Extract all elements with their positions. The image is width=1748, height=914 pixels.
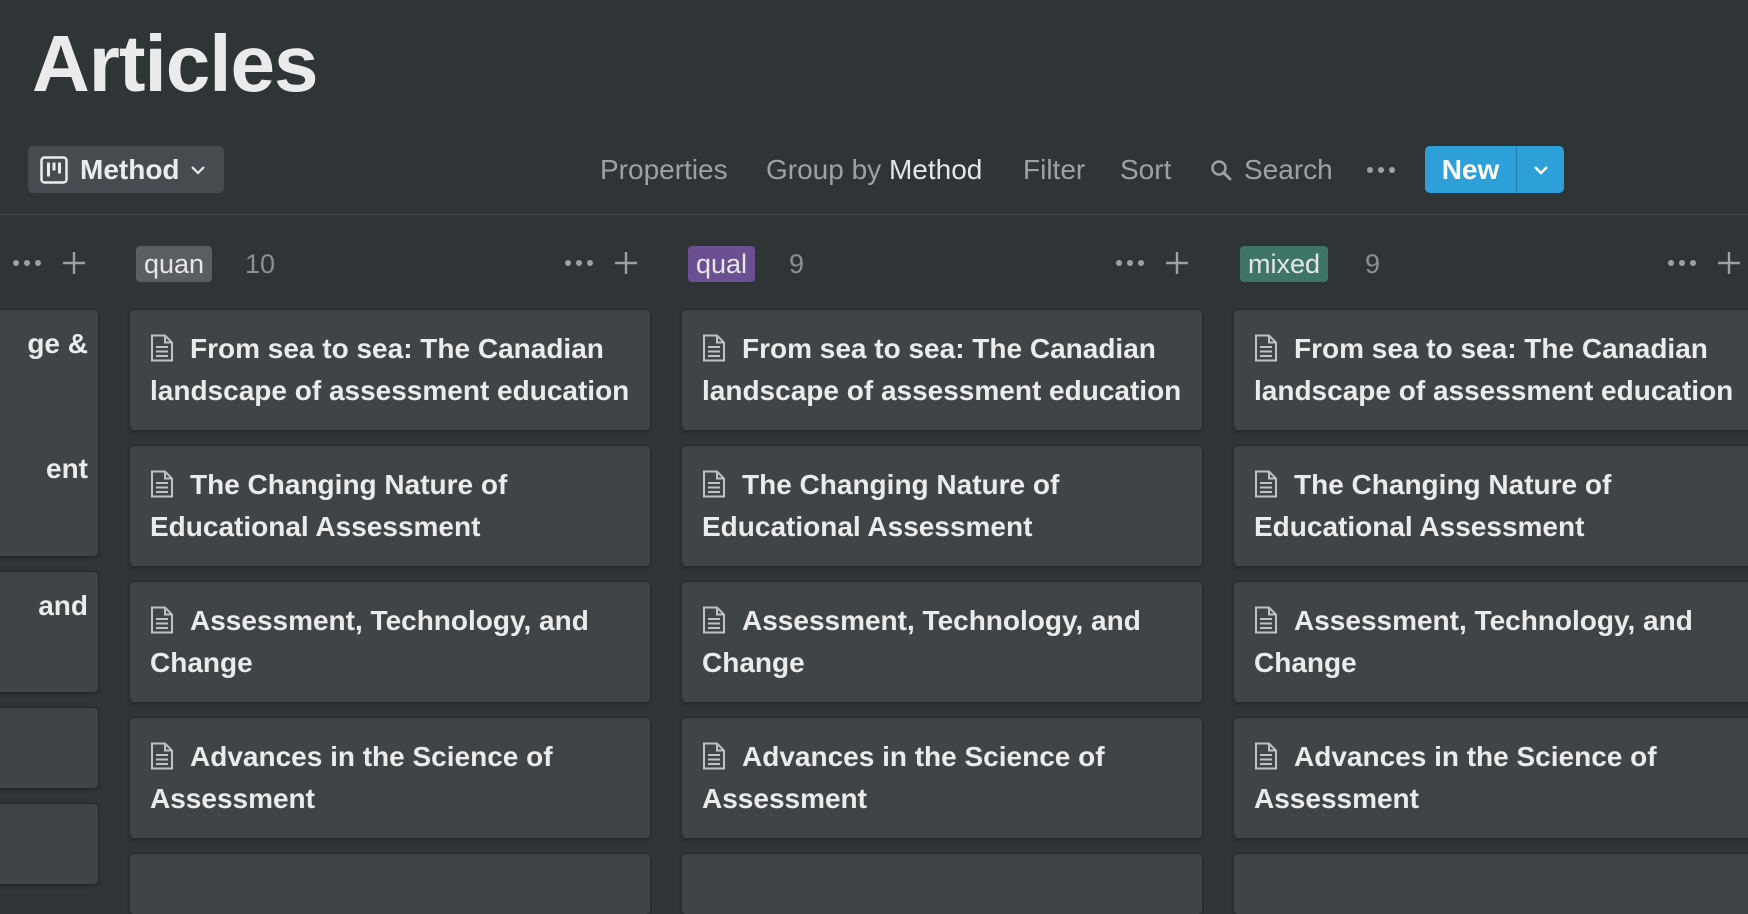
board-column-mixed: mixed 9 From sea to sea: The Canadian la…	[1232, 240, 1748, 914]
group-count: 10	[245, 249, 276, 279]
group-by-button[interactable]: Group by Method	[766, 146, 982, 193]
page-icon	[1254, 332, 1278, 362]
card-title: The Changing Nature of Educational Asses…	[1254, 469, 1612, 542]
board-card[interactable]: Assessment, Technology, and Change	[682, 582, 1202, 702]
group-tag: quan	[136, 246, 213, 282]
page-icon	[702, 604, 726, 634]
search-icon	[1211, 159, 1232, 180]
more-horizontal-icon	[13, 260, 41, 266]
card-title-fragment: ge &	[27, 328, 88, 359]
board-card[interactable]	[0, 804, 98, 884]
board-card[interactable]: From sea to sea: The Canadian landscape …	[130, 310, 650, 430]
board-card[interactable]: Advances in the Science of Assessment	[682, 718, 1202, 838]
board-card[interactable]: Advances in the Science of Assessment	[130, 718, 650, 838]
card-title-fragment: and	[38, 590, 88, 621]
board-card[interactable]	[130, 854, 650, 914]
more-horizontal-icon	[1668, 260, 1696, 266]
more-options-button[interactable]	[1366, 146, 1396, 193]
card-title: From sea to sea: The Canadian landscape …	[150, 333, 630, 406]
board-card[interactable]	[1234, 854, 1748, 914]
board-column-qual: qual 9 From sea to sea: The Canadian lan…	[680, 240, 1232, 914]
search-label: Search	[1244, 154, 1333, 185]
column-header	[0, 240, 110, 288]
group-count: 9	[1365, 249, 1381, 279]
chevron-down-icon	[1533, 165, 1548, 175]
card-title: Advances in the Science of Assessment	[1254, 741, 1657, 814]
board-card[interactable]: The Changing Nature of Educational Asses…	[682, 446, 1202, 566]
board-card[interactable]: From sea to sea: The Canadian landscape …	[1234, 310, 1748, 430]
card-title-fragment: ent	[46, 453, 88, 484]
board-card[interactable]: Assessment, Technology, and Change	[130, 582, 650, 702]
group-by-label: Group by	[766, 154, 882, 185]
card-title: From sea to sea: The Canadian landscape …	[1254, 333, 1734, 406]
board-card[interactable]: Advances in the Science of Assessment	[1234, 718, 1748, 838]
page-icon	[150, 468, 174, 498]
column-more-button[interactable]	[564, 254, 594, 272]
properties-button[interactable]: Properties	[600, 146, 728, 193]
card-title: Assessment, Technology, and Change	[1254, 605, 1693, 678]
card-title: The Changing Nature of Educational Asses…	[702, 469, 1060, 542]
board-card[interactable]	[0, 708, 98, 788]
group-tag: qual	[688, 246, 756, 282]
board-card[interactable]: The Changing Nature of Educational Asses…	[130, 446, 650, 566]
column-add-button[interactable]	[1716, 250, 1742, 281]
card-title: From sea to sea: The Canadian landscape …	[702, 333, 1182, 406]
card-title: Assessment, Technology, and Change	[702, 605, 1141, 678]
column-more-button[interactable]	[1115, 254, 1145, 272]
column-header: qual 9	[680, 240, 1232, 288]
new-options-button[interactable]	[1517, 146, 1564, 193]
plus-icon	[1718, 252, 1740, 274]
board-card[interactable]: and	[0, 572, 98, 692]
page-icon	[150, 604, 174, 634]
page-icon	[1254, 740, 1278, 770]
board-card[interactable]: ge & ent	[0, 310, 98, 556]
group-count: 9	[789, 249, 805, 279]
column-header: quan 10	[128, 240, 680, 288]
column-header: mixed 9	[1232, 240, 1748, 288]
page-icon	[1254, 604, 1278, 634]
board-card[interactable]	[682, 854, 1202, 914]
board-card[interactable]: The Changing Nature of Educational Asses…	[1234, 446, 1748, 566]
new-button-group: New	[1425, 146, 1564, 193]
column-more-button[interactable]	[1667, 254, 1697, 272]
page-title: Articles	[32, 19, 318, 108]
column-more-button[interactable]	[12, 254, 42, 272]
page-icon	[150, 332, 174, 362]
sort-button[interactable]: Sort	[1120, 146, 1171, 193]
page-icon	[702, 740, 726, 770]
card-title: Advances in the Science of Assessment	[150, 741, 553, 814]
column-add-button[interactable]	[613, 250, 639, 281]
more-horizontal-icon	[1116, 260, 1144, 266]
plus-icon	[615, 252, 637, 274]
column-add-button[interactable]	[1164, 250, 1190, 281]
group-tag: mixed	[1240, 246, 1329, 282]
group-by-value: Method	[888, 154, 983, 185]
card-title: The Changing Nature of Educational Asses…	[150, 469, 508, 542]
plus-icon	[1166, 252, 1188, 274]
page-icon	[702, 332, 726, 362]
page-icon	[150, 740, 174, 770]
more-horizontal-icon	[1367, 166, 1395, 173]
toolbar-divider	[0, 214, 1748, 215]
card-title: Advances in the Science of Assessment	[702, 741, 1105, 814]
search-button[interactable]: Search	[1210, 146, 1333, 193]
plus-icon	[63, 252, 85, 274]
board-column-partial: ge & ent and	[0, 240, 110, 884]
column-add-button[interactable]	[61, 250, 87, 281]
board-card[interactable]: From sea to sea: The Canadian landscape …	[682, 310, 1202, 430]
new-button[interactable]: New	[1425, 146, 1517, 193]
filter-button[interactable]: Filter	[1023, 146, 1085, 193]
page-icon	[1254, 468, 1278, 498]
card-title: Assessment, Technology, and Change	[150, 605, 589, 678]
board-column-quan: quan 10 From sea to sea: The Canadian la…	[128, 240, 680, 914]
board-card[interactable]: Assessment, Technology, and Change	[1234, 582, 1748, 702]
more-horizontal-icon	[565, 260, 593, 266]
page-icon	[702, 468, 726, 498]
